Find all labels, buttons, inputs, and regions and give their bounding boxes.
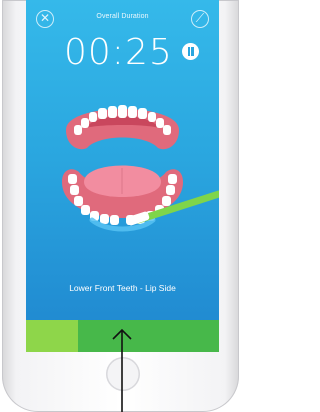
progress-fill <box>26 320 79 352</box>
app-screen: ✕ Overall Duration ⟋ 00:25 Lower Front T… <box>26 0 219 352</box>
arrow-pointer <box>112 328 132 412</box>
toothbrush-icon[interactable]: ⟋ <box>191 10 209 28</box>
mouth-illustration <box>62 105 219 232</box>
timer-display: 00:25 <box>64 32 173 73</box>
zone-label: Lower Front Teeth - Lip Side <box>69 283 176 293</box>
pause-icon[interactable] <box>182 43 199 60</box>
